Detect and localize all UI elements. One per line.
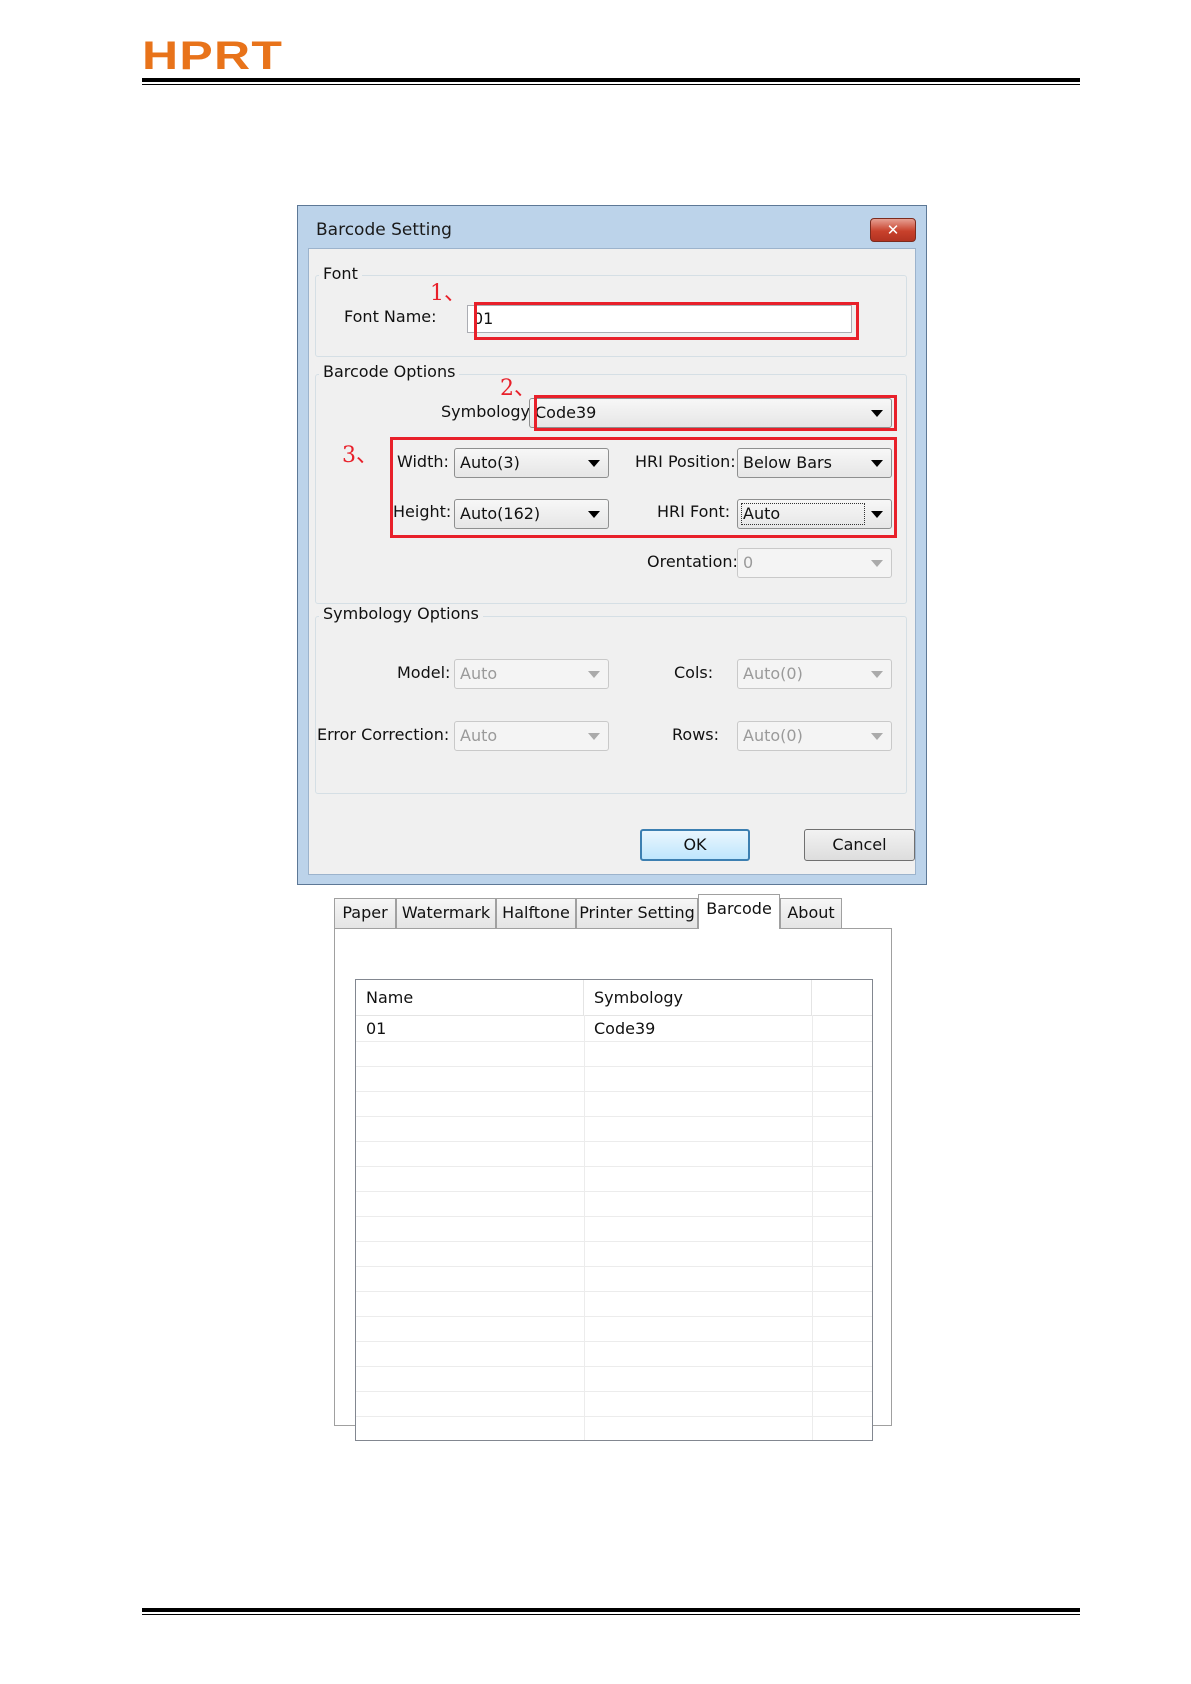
- cell-name: 01: [366, 1019, 387, 1038]
- annotation-box-2: [534, 395, 897, 431]
- row-gridline: [356, 1266, 872, 1267]
- error-correction-value: Auto: [460, 726, 498, 745]
- row-gridline: [356, 1191, 872, 1192]
- cols-combo[interactable]: Auto(0): [737, 659, 892, 689]
- rows-value: Auto(0): [743, 726, 803, 745]
- barcode-options-label: Barcode Options: [319, 362, 460, 381]
- orientation-label: Orentation:: [647, 552, 738, 571]
- symbology-label: Symbology:: [441, 402, 535, 421]
- cols-label: Cols:: [674, 663, 714, 682]
- row-gridline: [356, 1341, 872, 1342]
- tab-halftone[interactable]: Halftone: [496, 898, 576, 928]
- model-value: Auto: [460, 664, 498, 683]
- row-gridline: [356, 1091, 872, 1092]
- font-name-label: Font Name:: [344, 307, 437, 326]
- row-gridline: [356, 1291, 872, 1292]
- tab-about[interactable]: About: [780, 898, 842, 928]
- error-correction-combo[interactable]: Auto: [454, 721, 609, 751]
- annotation-step-1: 1、: [430, 281, 466, 306]
- tab-watermark[interactable]: Watermark: [396, 898, 496, 928]
- row-gridline: [356, 1066, 872, 1067]
- barcode-tab-panel: Name Symbology 01 Code39: [334, 928, 892, 1441]
- annotation-box-1: [474, 302, 859, 340]
- orientation-value: 0: [743, 553, 754, 572]
- orientation-combo[interactable]: 0: [737, 548, 892, 578]
- cols-value: Auto(0): [743, 664, 803, 683]
- chevron-down-icon: [871, 671, 883, 678]
- close-button[interactable]: ✕: [870, 218, 916, 242]
- tab-printer-setting[interactable]: Printer Setting: [576, 898, 698, 928]
- dialog-client-area: Font Font Name: 01 Barcode Options Symbo…: [308, 248, 916, 875]
- row-gridline: [356, 1416, 872, 1417]
- model-combo[interactable]: Auto: [454, 659, 609, 689]
- rows-label: Rows:: [672, 725, 719, 744]
- close-icon: ✕: [886, 221, 900, 239]
- column-divider: [812, 1015, 813, 1440]
- header-rule-thin: [142, 84, 1080, 85]
- tab-paper[interactable]: Paper: [334, 898, 396, 928]
- column-header-symbology[interactable]: Symbology: [584, 980, 812, 1015]
- symbology-options-label: Symbology Options: [319, 604, 483, 623]
- model-label: Model:: [397, 663, 451, 682]
- row-gridline: [356, 1316, 872, 1317]
- row-gridline: [356, 1216, 872, 1217]
- row-gridline: [356, 1041, 872, 1042]
- tab-barcode[interactable]: Barcode: [698, 894, 780, 929]
- chevron-down-icon: [871, 560, 883, 567]
- font-group-label: Font: [319, 264, 362, 283]
- error-correction-label: Error Correction:: [317, 725, 450, 744]
- footer-rule: [142, 1608, 1080, 1612]
- header-rule: [142, 78, 1080, 82]
- rows-combo[interactable]: Auto(0): [737, 721, 892, 751]
- row-gridline: [356, 1166, 872, 1167]
- chevron-down-icon: [588, 671, 600, 678]
- property-sheet: Paper Watermark Halftone Printer Setting…: [334, 894, 892, 1441]
- row-gridline: [356, 1366, 872, 1367]
- row-gridline: [356, 1391, 872, 1392]
- chevron-down-icon: [871, 733, 883, 740]
- ok-button[interactable]: OK: [640, 829, 750, 861]
- row-gridline: [356, 1116, 872, 1117]
- symbology-options-group: [315, 616, 907, 794]
- chevron-down-icon: [588, 733, 600, 740]
- dialog-title: Barcode Setting: [316, 220, 452, 240]
- column-header-name[interactable]: Name: [356, 980, 584, 1015]
- annotation-box-3: [390, 437, 897, 538]
- row-gridline: [356, 1141, 872, 1142]
- hprt-logo: HPRT: [142, 34, 284, 78]
- cell-symbology: Code39: [594, 1019, 656, 1038]
- cancel-button[interactable]: Cancel: [804, 829, 915, 861]
- footer-rule-thin: [142, 1614, 1080, 1615]
- list-header: Name Symbology: [356, 980, 872, 1016]
- column-divider: [584, 1015, 585, 1440]
- row-gridline: [356, 1241, 872, 1242]
- annotation-step-3: 3、: [342, 443, 378, 468]
- annotation-step-2: 2、: [500, 376, 536, 401]
- barcode-list[interactable]: Name Symbology 01 Code39: [355, 979, 873, 1441]
